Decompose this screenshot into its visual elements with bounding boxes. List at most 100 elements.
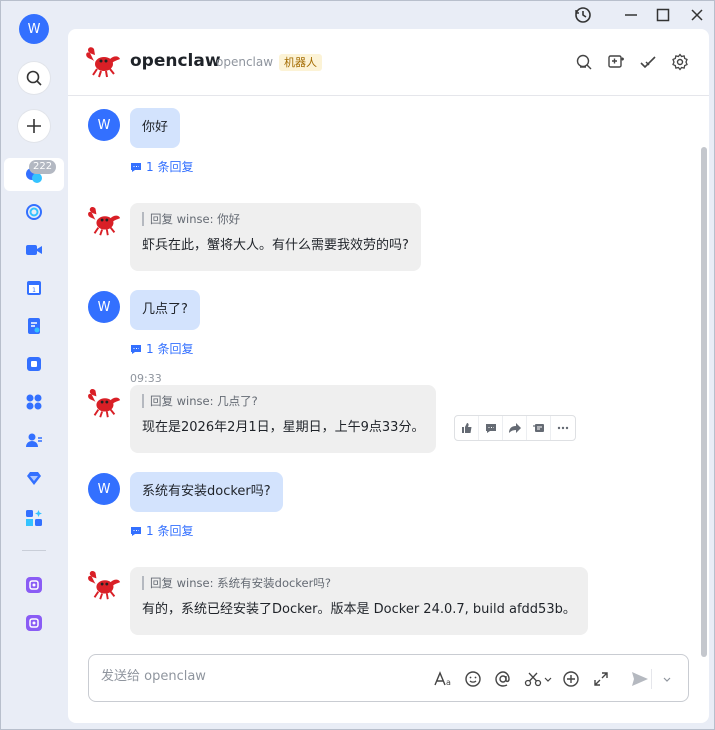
send-icon [632, 672, 648, 686]
message-text: 有的，系统已经安装了Docker。版本是 Docker 24.0.7, buil… [142, 602, 576, 617]
comment-icon [131, 526, 141, 536]
add-attachment-button[interactable] [560, 668, 582, 690]
bot-avatar-icon[interactable] [86, 204, 122, 238]
thumbs-up-icon [461, 423, 471, 433]
bot-avatar-icon[interactable] [86, 568, 122, 602]
minimize-icon[interactable] [620, 4, 642, 26]
text-format-button[interactable]: a [433, 668, 455, 690]
expand-button[interactable] [590, 668, 612, 690]
plus-circle-icon [563, 671, 579, 687]
message-list[interactable]: W 你好 1 条回复 回复 winse: 你好 虾兵在此，蟹将大人。有什么需要我… [68, 96, 709, 656]
chat-subtitle: openclaw [216, 55, 274, 69]
forward-icon [508, 423, 521, 433]
close-icon[interactable] [686, 4, 708, 26]
mention-icon [495, 671, 510, 687]
user-avatar[interactable]: W [88, 109, 120, 141]
reply-count: 1 条回复 [146, 524, 194, 538]
more-button[interactable] [551, 416, 575, 440]
message-text: 系统有安装docker吗? [142, 484, 271, 499]
search-button[interactable] [18, 62, 50, 94]
emoji-button[interactable] [462, 668, 484, 690]
bot-message-bubble[interactable]: 回复 winse: 你好 虾兵在此，蟹将大人。有什么需要我效劳的吗? [130, 203, 421, 271]
purple-app-icon [26, 577, 42, 593]
quoted-reply[interactable]: 回复 winse: 你好 [142, 212, 409, 226]
message-text: 现在是2026年2月1日，星期日，上午9点33分。 [142, 420, 425, 435]
pin-icon [532, 424, 544, 432]
svg-text:a: a [446, 678, 451, 687]
scissors-icon [524, 672, 552, 687]
rail-item-contacts[interactable] [22, 428, 46, 452]
message-text: 你好 [142, 120, 169, 135]
user-message-bubble[interactable]: 你好 [130, 108, 181, 148]
reply-thread-button[interactable] [479, 416, 503, 440]
rail-item-calendar[interactable]: 1 [22, 276, 46, 300]
bot-tag: 机器人 [279, 54, 322, 71]
message-input[interactable] [101, 669, 421, 684]
history-icon[interactable] [572, 4, 594, 26]
maximize-icon[interactable] [652, 4, 674, 26]
send-options-button[interactable] [659, 668, 675, 690]
document-icon [28, 318, 40, 334]
rail-item-app-2[interactable] [22, 611, 46, 635]
rail-item-approval[interactable] [22, 352, 46, 376]
contacts-icon [26, 433, 42, 447]
thumbs-up-button[interactable] [455, 416, 479, 440]
rail-item-workplace[interactable] [22, 390, 46, 414]
scrollbar[interactable] [701, 147, 707, 657]
rail-item-upgrade[interactable] [22, 466, 46, 490]
message-text: 虾兵在此，蟹将大人。有什么需要我效劳的吗? [142, 238, 409, 253]
text-format-icon: a [434, 671, 451, 687]
message-text: 几点了? [142, 302, 188, 317]
rail-item-moments[interactable] [22, 200, 46, 224]
rail-item-meetings[interactable] [22, 238, 46, 262]
user-message-bubble[interactable]: 几点了? [130, 290, 200, 330]
user-avatar[interactable]: W [88, 473, 120, 505]
settings-icon [672, 53, 688, 71]
quoted-reply[interactable]: 回复 winse: 系统有安装docker吗? [142, 576, 576, 590]
bot-avatar-icon[interactable] [86, 386, 122, 420]
mention-button[interactable] [492, 668, 514, 690]
user-avatar[interactable]: W [88, 291, 120, 323]
quoted-reply[interactable]: 回复 winse: 几点了? [142, 394, 424, 408]
user-avatar[interactable]: W [19, 14, 49, 44]
composer-divider [651, 669, 652, 689]
chat-header: openclaw openclaw 机器人 [68, 29, 709, 96]
create-button[interactable] [18, 110, 50, 142]
mark-done-button[interactable] [637, 51, 659, 73]
pin-button[interactable] [527, 416, 551, 440]
approval-icon [27, 357, 41, 371]
screenshot-button[interactable] [522, 668, 556, 690]
reply-count: 1 条回复 [146, 342, 194, 356]
rail-item-app-center[interactable] [22, 506, 46, 530]
purple-app-icon [26, 615, 42, 631]
expand-icon [594, 672, 608, 686]
chat-title: openclaw [130, 51, 221, 71]
rail-item-docs[interactable] [22, 314, 46, 338]
video-camera-icon [26, 245, 42, 255]
calendar-icon: 1 [27, 281, 41, 295]
thread-reply-link[interactable]: 1 条回复 [130, 522, 193, 539]
lobster-logo-icon [86, 47, 120, 78]
comment-icon [485, 424, 496, 433]
rail-item-app-1[interactable] [22, 573, 46, 597]
message-timestamp: 09:33 [130, 372, 162, 385]
chat-settings-button[interactable] [669, 51, 691, 73]
apps-grid-icon [26, 394, 42, 410]
add-tab-button[interactable] [605, 51, 627, 73]
comment-icon [131, 344, 141, 354]
thread-reply-link[interactable]: 1 条回复 [130, 158, 193, 175]
thread-reply-link[interactable]: 1 条回复 [130, 340, 193, 357]
forward-button[interactable] [503, 416, 527, 440]
comment-icon [131, 162, 141, 172]
message-composer: a [88, 654, 689, 702]
bot-message-bubble[interactable]: 回复 winse: 系统有安装docker吗? 有的，系统已经安装了Docker… [130, 567, 588, 635]
bot-message-bubble[interactable]: 回复 winse: 几点了? 现在是2026年2月1日，星期日，上午9点33分。 [130, 385, 437, 453]
rail-divider [22, 550, 46, 551]
user-message-bubble[interactable]: 系统有安装docker吗? [130, 472, 283, 512]
send-button[interactable] [629, 668, 651, 690]
chevron-down-icon [663, 677, 671, 682]
chat-panel: openclaw openclaw 机器人 W 你好 1 条回复 回复 wins… [68, 29, 709, 723]
app-center-icon [26, 510, 42, 526]
moments-icon [26, 204, 42, 220]
chat-search-button[interactable] [573, 51, 595, 73]
